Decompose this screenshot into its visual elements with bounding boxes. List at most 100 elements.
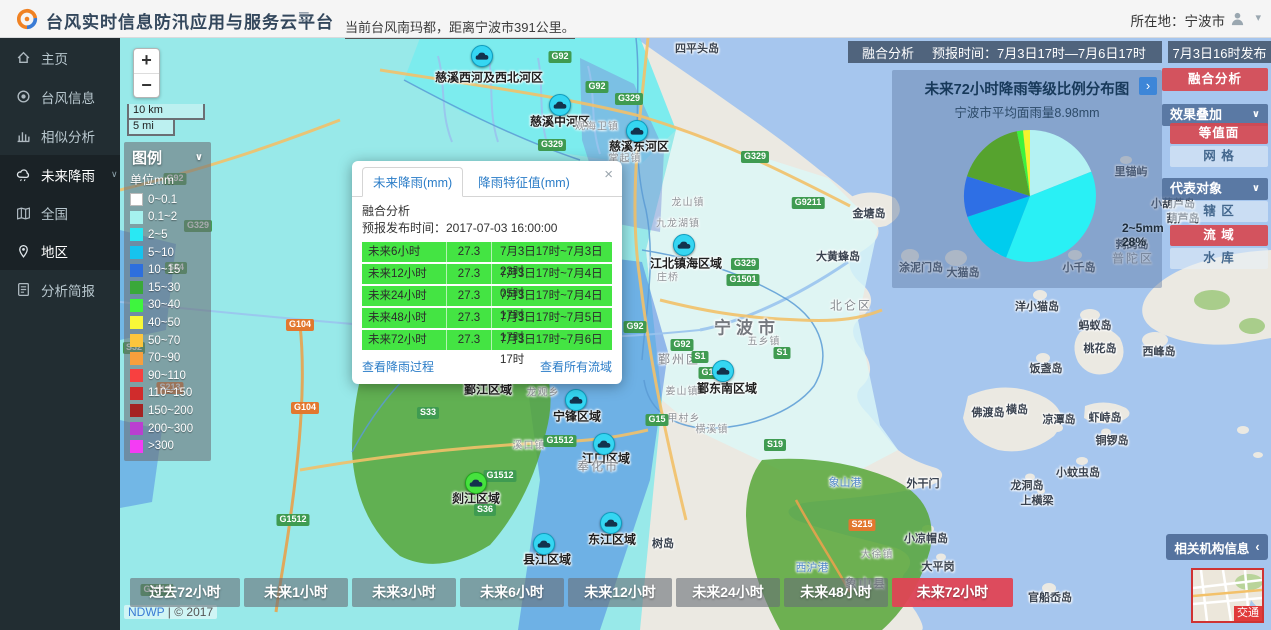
legend-item-label: 50~70 xyxy=(148,335,180,347)
group-title: 代表对象 xyxy=(1170,178,1222,200)
forecast-row: 未来24小时27.37月3日17时~7月4日17时 xyxy=(362,286,612,306)
region-marker[interactable] xyxy=(565,389,587,411)
rain-pie-chart xyxy=(963,129,1097,263)
forecast-row: 未来48小时27.37月3日17时~7月5日17时 xyxy=(362,308,612,328)
watershed-button[interactable]: 流 域 xyxy=(1170,225,1268,246)
time-button[interactable]: 未来6小时 xyxy=(460,578,564,607)
user-caret-icon[interactable]: ▾ xyxy=(1255,11,1261,24)
rain-region-icon xyxy=(716,366,730,376)
legend-item-label: 5~10 xyxy=(148,247,174,259)
legend-item: 150~200 xyxy=(130,402,205,420)
grid-button[interactable]: 网 格 xyxy=(1170,146,1268,167)
forecast-period: 未来24小时 xyxy=(362,286,446,306)
app-logo-icon xyxy=(16,8,38,30)
rain-cloud-icon xyxy=(16,167,31,182)
forecast-value: 27.3 xyxy=(446,330,492,350)
isosurface-button[interactable]: 等值面 xyxy=(1170,123,1268,144)
time-button[interactable]: 过去72小时 xyxy=(130,578,240,607)
time-button[interactable]: 未来24小时 xyxy=(676,578,780,607)
rain-region-icon xyxy=(475,51,489,61)
region-marker[interactable] xyxy=(712,360,734,382)
zoom-out-button[interactable]: − xyxy=(134,73,159,97)
legend-color-chip xyxy=(130,193,143,206)
tab-rain-feature[interactable]: 降雨特征值(mm) xyxy=(467,167,581,197)
legend-item-label: 10~15 xyxy=(148,264,180,276)
user-icon[interactable] xyxy=(1230,11,1245,26)
rain-region-icon xyxy=(630,126,644,136)
home-icon xyxy=(16,50,31,65)
tooltip-range: 2~5mm xyxy=(1122,221,1164,235)
location-label[interactable]: 所在地：宁波市 xyxy=(1131,10,1226,30)
traffic-minimap[interactable]: 交通 xyxy=(1191,568,1264,623)
region-marker[interactable] xyxy=(600,512,622,534)
forecast-range: 7月3日17时~7月5日17时 xyxy=(492,308,612,328)
reservoir-button[interactable]: 水 库 xyxy=(1170,248,1268,269)
sidebar-item-home[interactable]: 主页 xyxy=(0,38,120,77)
sidebar: 主页 台风信息 相似分析 未来降雨 ∨ 全国 地区 xyxy=(0,38,120,630)
region-marker[interactable] xyxy=(465,472,487,494)
map-pin-icon xyxy=(16,244,31,259)
region-marker[interactable] xyxy=(673,234,695,256)
sidebar-item-similar-analysis[interactable]: 相似分析 xyxy=(0,116,120,155)
sidebar-label: 主页 xyxy=(41,48,68,68)
chevron-down-icon: ∨ xyxy=(195,152,203,163)
time-button[interactable]: 未来3小时 xyxy=(352,578,456,607)
legend-color-chip xyxy=(130,211,143,224)
sidebar-label: 分析简报 xyxy=(41,280,95,300)
region-marker[interactable] xyxy=(626,120,648,142)
tab-future-rain[interactable]: 未来降雨(mm) xyxy=(362,167,463,197)
region-marker[interactable] xyxy=(533,533,555,555)
forecast-range: 7月3日17时~7月4日05时 xyxy=(492,264,612,284)
forecast-period: 未来48小时 xyxy=(362,308,446,328)
rain-region-icon xyxy=(469,478,483,488)
legend-color-chip xyxy=(130,246,143,259)
org-button-label: 相关机构信息 xyxy=(1174,538,1249,557)
time-button[interactable]: 未来1小时 xyxy=(244,578,348,607)
panel-title: 未来72小时降雨等级比例分布图 xyxy=(892,78,1162,99)
sidebar-label: 相似分析 xyxy=(41,126,95,146)
legend-color-chip xyxy=(130,334,143,347)
view-rain-process-link[interactable]: 查看降雨过程 xyxy=(362,358,434,375)
jurisdiction-button[interactable]: 辖 区 xyxy=(1170,201,1268,222)
forecast-value: 27.3 xyxy=(446,286,492,306)
region-marker[interactable] xyxy=(549,94,571,116)
legend-item: 70~90 xyxy=(130,349,205,367)
region-marker[interactable] xyxy=(593,433,615,455)
rain-region-icon xyxy=(604,518,618,528)
bar-chart-icon xyxy=(16,128,31,143)
legend-item-label: 200~300 xyxy=(148,423,193,435)
region-marker[interactable] xyxy=(471,45,493,67)
close-icon[interactable]: × xyxy=(604,167,613,182)
legend-color-chip xyxy=(130,352,143,365)
forecast-value: 27.3 xyxy=(446,242,492,262)
fusion-analysis-button[interactable]: 融合分析 xyxy=(1162,68,1268,91)
legend-header[interactable]: 图例 ∨ xyxy=(130,146,205,171)
time-button[interactable]: 未来48小时 xyxy=(784,578,888,607)
forecast-range: 7月3日17时~7月6日17时 xyxy=(492,330,612,350)
legend-item: 200~300 xyxy=(130,420,205,438)
view-all-watersheds-link[interactable]: 查看所有流域 xyxy=(540,358,612,375)
legend-color-chip xyxy=(130,422,143,435)
sidebar-item-typhoon-info[interactable]: 台风信息 xyxy=(0,77,120,116)
sidebar-label: 台风信息 xyxy=(41,87,95,107)
legend-item: 110~150 xyxy=(130,385,205,403)
tooltip-percent: 28% xyxy=(1122,235,1164,249)
legend-color-chip xyxy=(130,281,143,294)
panel-expand-button[interactable]: › xyxy=(1139,77,1157,95)
scale-bar-mi: 5 mi xyxy=(127,120,175,136)
sidebar-item-nationwide[interactable]: 全国 xyxy=(0,194,120,232)
related-org-button[interactable]: 相关机构信息 ‹ xyxy=(1166,534,1268,560)
traffic-layer-label[interactable]: 交通 xyxy=(1234,606,1262,621)
sidebar-item-future-rain[interactable]: 未来降雨 ∨ xyxy=(0,155,120,194)
zoom-in-button[interactable]: + xyxy=(134,49,159,73)
represent-object-group-header[interactable]: 代表对象 ∨ xyxy=(1162,178,1268,200)
map-container[interactable]: 慈溪西河及西北河区慈溪中河区慈溪东河区江北镇海区域鄞东南区域鄞江区域宁锋区域江口… xyxy=(120,38,1271,630)
sidebar-item-region[interactable]: 地区 xyxy=(0,232,120,270)
legend-item-label: 110~150 xyxy=(148,387,192,399)
sidebar-item-analysis-report[interactable]: 分析简报 xyxy=(0,270,120,309)
time-button[interactable]: 未来72小时 xyxy=(892,578,1013,607)
menu-icon[interactable]: ≡ xyxy=(298,6,310,29)
attribution-brand: NDWP xyxy=(128,605,164,619)
legend-item-label: 0~0.1 xyxy=(148,194,177,206)
time-button[interactable]: 未来12小时 xyxy=(568,578,672,607)
